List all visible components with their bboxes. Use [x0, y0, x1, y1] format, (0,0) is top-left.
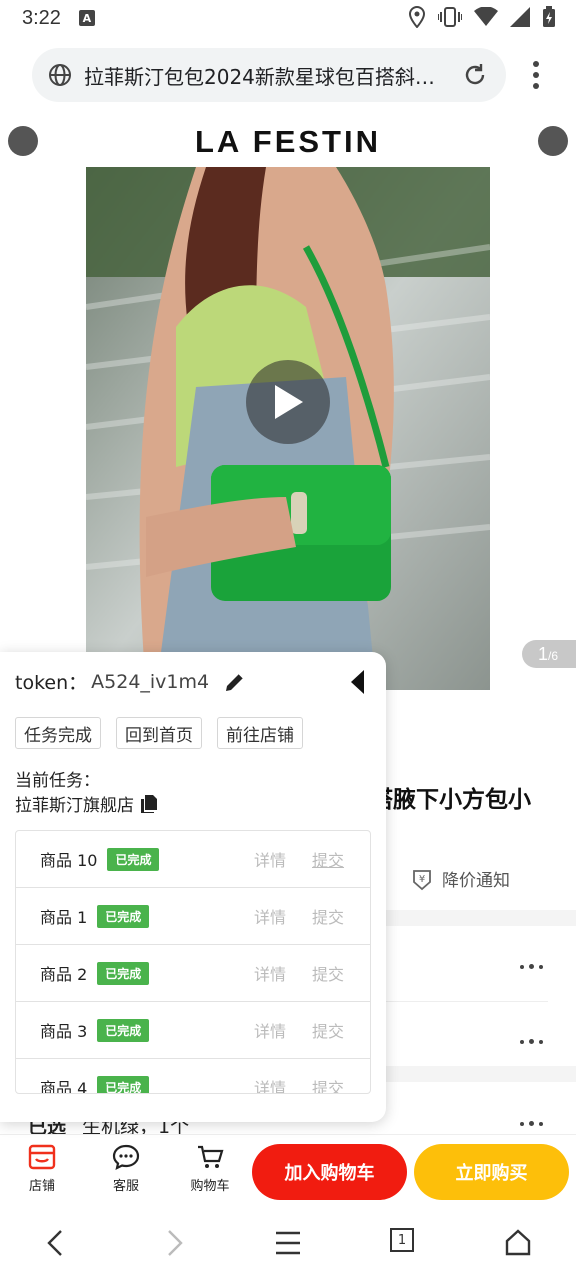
current-task-label: 当前任务：: [15, 771, 100, 791]
go-to-shop-button[interactable]: 前往店铺: [217, 717, 303, 749]
status-badge: 已完成: [97, 1018, 150, 1042]
shop-label: 店铺: [28, 1179, 55, 1194]
task-row: 商品 10 已完成 详情 提交: [16, 831, 370, 888]
overflow-menu-icon[interactable]: [528, 58, 544, 92]
globe-icon: [49, 64, 71, 86]
cart-button[interactable]: 购物车: [180, 1143, 240, 1194]
price-tag-icon: ¥: [413, 869, 431, 890]
collapse-panel-icon[interactable]: [348, 668, 368, 696]
shop-icon: [28, 1144, 56, 1170]
signal-icon: [510, 7, 530, 27]
play-icon: [275, 385, 303, 419]
wifi-icon: [474, 7, 498, 26]
task-row: 商品 1 已完成 详情 提交: [16, 888, 370, 945]
item-name: 商品 10: [40, 851, 98, 870]
price-notice-label: 降价通知: [442, 871, 510, 891]
task-row: 商品 2 已完成 详情 提交: [16, 945, 370, 1002]
more-dots-2[interactable]: [520, 1039, 543, 1044]
status-badge: 已完成: [97, 904, 150, 928]
forward-icon: [168, 1230, 183, 1256]
detail-link[interactable]: 详情: [254, 961, 286, 985]
cart-icon: [198, 1145, 224, 1168]
status-bar: 3:22 A: [0, 0, 576, 36]
submit-link[interactable]: 提交: [312, 961, 344, 985]
accessibility-badge: A: [78, 10, 95, 26]
token-value: A524_iv1m4: [91, 670, 210, 693]
task-row: 商品 4 已完成 详情 提交: [16, 1059, 370, 1094]
battery-icon: [543, 6, 555, 27]
detail-link[interactable]: 详情: [254, 904, 286, 928]
task-complete-button[interactable]: 任务完成: [15, 717, 101, 749]
token-label: token：: [15, 672, 88, 694]
address-bar[interactable]: 拉菲斯汀包包2024新款星球包百搭斜挎腋下小方包小众设计: [32, 48, 506, 102]
token-row: token： A524_iv1m4: [15, 668, 247, 695]
submit-link[interactable]: 提交: [312, 1075, 344, 1093]
panel-button-row: 任务完成 回到首页 前往店铺: [15, 717, 303, 749]
price-drop-notice[interactable]: ¥ 降价通知: [410, 866, 510, 891]
task-row: 商品 3 已完成 详情 提交: [16, 1002, 370, 1059]
back-icon[interactable]: [44, 1228, 68, 1258]
bottom-toolbar: 店铺 客服 购物车 加入购物车 立即购买: [0, 1134, 576, 1208]
video-play-button[interactable]: [246, 360, 330, 444]
vibrate-icon: [438, 7, 462, 27]
task-panel: token： A524_iv1m4 任务完成 回到首页 前往店铺 当前任务： 拉…: [0, 652, 386, 1122]
home-icon[interactable]: [504, 1228, 532, 1258]
location-icon: [408, 6, 426, 28]
status-icons: [408, 6, 556, 28]
menu-lines-icon[interactable]: [274, 1228, 302, 1258]
more-dots-3[interactable]: [520, 1121, 543, 1126]
item-name: 商品 4: [40, 1079, 88, 1094]
brand-logo: LA FESTIN: [194, 124, 381, 159]
reload-icon[interactable]: [462, 62, 488, 88]
detail-link[interactable]: 详情: [254, 1075, 286, 1093]
pencil-icon[interactable]: [223, 670, 247, 694]
submit-link[interactable]: 提交: [312, 847, 344, 871]
detail-link[interactable]: 详情: [254, 1018, 286, 1042]
image-page-indicator: 1/6: [522, 640, 576, 668]
back-to-home-button[interactable]: 回到首页: [116, 717, 202, 749]
customer-service-button[interactable]: 客服: [96, 1143, 156, 1194]
shop-button[interactable]: 店铺: [12, 1143, 72, 1194]
status-badge: 已完成: [97, 1075, 150, 1093]
item-name: 商品 1: [40, 908, 88, 927]
card-divider: [384, 1001, 548, 1002]
svg-text:¥: ¥: [419, 874, 425, 885]
current-task-row: 拉菲斯汀旗舰店: [15, 791, 158, 816]
more-dots-1[interactable]: [520, 964, 543, 969]
submit-link[interactable]: 提交: [312, 904, 344, 928]
current-task-value: 拉菲斯汀旗舰店: [15, 796, 134, 816]
status-badge: 已完成: [97, 961, 150, 985]
tabs-button[interactable]: 1: [390, 1228, 414, 1252]
product-title-fragment: 搭腋下小方包小: [370, 787, 531, 813]
url-text[interactable]: 拉菲斯汀包包2024新款星球包百搭斜挎腋下小方包小众设计: [84, 61, 450, 90]
tab-count: 1: [397, 1232, 407, 1248]
page-current: 1: [538, 643, 549, 664]
status-time: 3:22: [22, 6, 61, 29]
cart-label: 购物车: [190, 1179, 230, 1194]
service-label: 客服: [112, 1179, 139, 1194]
more-circle-button[interactable]: [538, 126, 568, 156]
buy-now-button[interactable]: 立即购买: [414, 1144, 569, 1200]
submit-link[interactable]: 提交: [312, 1018, 344, 1042]
chat-icon: [112, 1144, 140, 1171]
page-total: /6: [548, 649, 559, 663]
add-to-cart-button[interactable]: 加入购物车: [252, 1144, 407, 1200]
status-badge: 已完成: [107, 847, 160, 871]
detail-link[interactable]: 详情: [254, 847, 286, 871]
copy-icon[interactable]: [140, 794, 158, 814]
task-item-list[interactable]: 商品 10 已完成 详情 提交 商品 1 已完成 详情 提交 商品 2 已完成 …: [15, 830, 371, 1094]
item-name: 商品 3: [40, 1022, 88, 1041]
browser-nav-bar: 1: [0, 1210, 576, 1280]
item-name: 商品 2: [40, 965, 88, 984]
